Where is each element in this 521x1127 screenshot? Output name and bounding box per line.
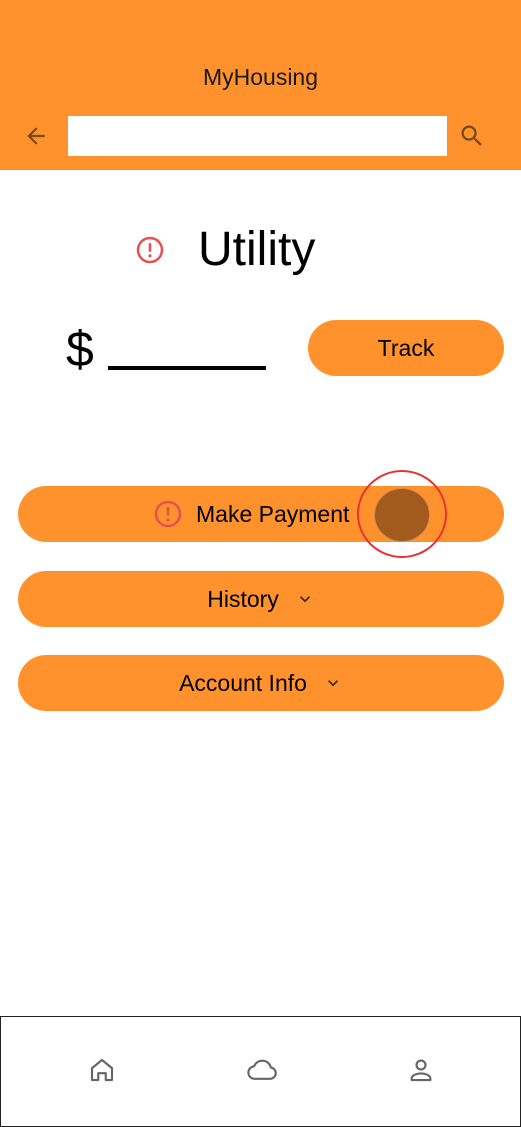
nav-profile[interactable] bbox=[403, 1055, 439, 1085]
search-button[interactable] bbox=[456, 120, 488, 152]
account-info-label: Account Info bbox=[179, 669, 307, 696]
alert-circle-icon bbox=[154, 500, 182, 528]
make-payment-label: Make Payment bbox=[196, 501, 350, 527]
search-icon bbox=[461, 125, 482, 146]
home-icon bbox=[90, 1058, 114, 1082]
page-title: Utility bbox=[198, 223, 316, 276]
nav-cloud[interactable] bbox=[244, 1055, 280, 1085]
chevron-down-icon bbox=[299, 596, 310, 603]
bottom-navigation bbox=[0, 1016, 521, 1127]
chevron-down-icon bbox=[327, 680, 338, 687]
back-button[interactable] bbox=[20, 120, 52, 152]
app-bar: MyHousing bbox=[0, 0, 521, 170]
account-info-dropdown[interactable]: Account Info bbox=[18, 655, 504, 711]
arrow-left-icon bbox=[27, 127, 45, 145]
currency-symbol: $ bbox=[66, 321, 94, 377]
track-button[interactable]: Track bbox=[308, 320, 504, 376]
amount-display: $ bbox=[66, 318, 267, 380]
history-label: History bbox=[207, 585, 279, 612]
page-heading: Utility bbox=[0, 220, 521, 280]
history-dropdown[interactable]: History bbox=[18, 571, 504, 627]
cloud-icon bbox=[247, 1059, 277, 1080]
search-input[interactable] bbox=[68, 116, 447, 156]
app-title: MyHousing bbox=[202, 64, 319, 90]
person-icon bbox=[410, 1059, 432, 1082]
touch-indicator bbox=[374, 488, 430, 542]
track-button-label: Track bbox=[377, 334, 435, 361]
alert-circle-icon bbox=[136, 236, 164, 264]
nav-home[interactable] bbox=[84, 1055, 120, 1085]
amount-blank bbox=[108, 318, 267, 370]
